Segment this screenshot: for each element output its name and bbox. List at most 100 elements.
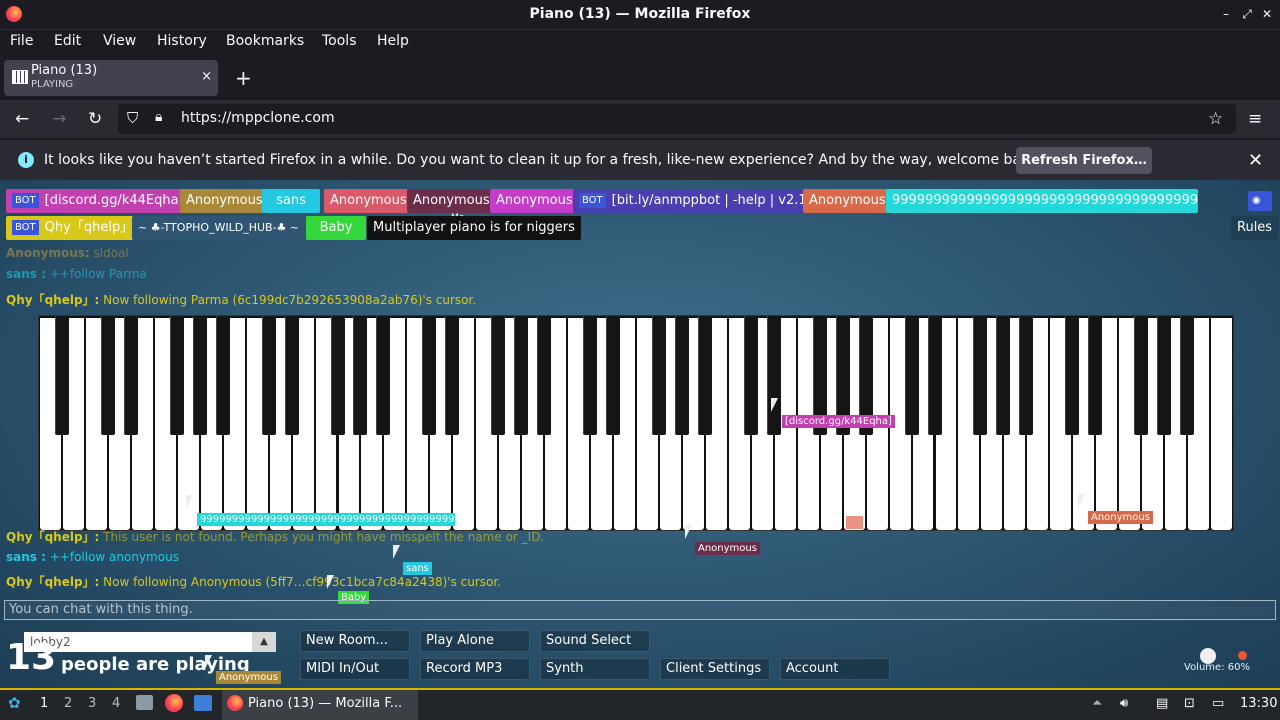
- black-key[interactable]: [1157, 316, 1172, 435]
- status-indicator: [1238, 651, 1247, 660]
- menu-file[interactable]: File: [10, 33, 33, 49]
- black-key[interactable]: [514, 316, 529, 435]
- sound-select-button[interactable]: Sound Select: [540, 630, 650, 652]
- record-mp3-button[interactable]: Record MP3: [420, 658, 530, 680]
- network-icon[interactable]: ⊡: [1184, 696, 1195, 711]
- menu-view[interactable]: View: [103, 33, 136, 49]
- url-text[interactable]: https://mppclone.com: [181, 110, 335, 126]
- black-key[interactable]: [123, 316, 138, 435]
- tab-piano[interactable]: Piano (13) PLAYING ×: [4, 60, 218, 96]
- chevron-up-icon[interactable]: ▲: [252, 632, 276, 652]
- piano-keyboard[interactable]: [38, 315, 1234, 531]
- rules-button[interactable]: Rules: [1231, 216, 1279, 240]
- white-key[interactable]: [1211, 318, 1232, 530]
- back-icon[interactable]: ←: [15, 109, 29, 129]
- hamburger-menu-icon[interactable]: ≡: [1248, 109, 1262, 129]
- black-key[interactable]: [1065, 316, 1080, 435]
- client-settings-button[interactable]: Client Settings: [660, 658, 770, 680]
- player-tag[interactable]: 9999999999999999999999999999999999999999: [886, 189, 1198, 213]
- black-key[interactable]: [54, 316, 69, 435]
- notification-close-icon[interactable]: ✕: [1248, 150, 1263, 171]
- clipboard-icon[interactable]: ▤: [1156, 696, 1168, 711]
- player-tag[interactable]: BOT [bit.ly/anmppbot | -help | v2.1]: [573, 189, 818, 213]
- black-key[interactable]: [973, 316, 988, 435]
- black-key[interactable]: [583, 316, 598, 435]
- workspace-4[interactable]: 4: [112, 696, 120, 711]
- player-tag[interactable]: Anonymous: [324, 189, 413, 213]
- black-key[interactable]: [697, 316, 712, 435]
- workspace-1[interactable]: 1: [40, 696, 48, 711]
- black-key[interactable]: [215, 316, 230, 435]
- menu-tools[interactable]: Tools: [322, 33, 357, 49]
- black-key[interactable]: [261, 316, 276, 435]
- black-key[interactable]: [743, 316, 758, 435]
- player-tag[interactable]: BOT [discord.gg/k44Eqha]: [6, 189, 190, 213]
- tab-close-icon[interactable]: ×: [201, 69, 212, 84]
- maximize-button[interactable]: ⤢: [1239, 6, 1255, 22]
- menu-edit[interactable]: Edit: [54, 33, 81, 49]
- account-button[interactable]: Account: [780, 658, 890, 680]
- menu-history[interactable]: History: [157, 33, 207, 49]
- close-window-button[interactable]: ✕: [1259, 6, 1275, 22]
- menu-bookmarks[interactable]: Bookmarks: [226, 33, 304, 49]
- black-key[interactable]: [674, 316, 689, 435]
- chat-input[interactable]: You can chat with this thing.: [4, 600, 1276, 620]
- black-key[interactable]: [996, 316, 1011, 435]
- black-key[interactable]: [284, 316, 299, 435]
- battery-icon[interactable]: ▭: [1212, 696, 1224, 711]
- synth-button[interactable]: Synth: [540, 658, 650, 680]
- terminal-icon[interactable]: [194, 695, 212, 711]
- volume-icon[interactable]: 🔊︎: [1120, 696, 1128, 711]
- workspace-3[interactable]: 3: [88, 696, 96, 711]
- black-key[interactable]: [353, 316, 368, 435]
- black-key[interactable]: [1088, 316, 1103, 435]
- bookmark-star-icon[interactable]: ☆: [1208, 109, 1223, 129]
- workspace-2[interactable]: 2: [64, 696, 72, 711]
- black-key[interactable]: [100, 316, 115, 435]
- black-key[interactable]: [445, 316, 460, 435]
- black-key[interactable]: [192, 316, 207, 435]
- forward-icon[interactable]: →: [52, 109, 66, 129]
- black-key[interactable]: [927, 316, 942, 435]
- black-key[interactable]: [766, 316, 781, 435]
- file-manager-icon[interactable]: [136, 695, 153, 710]
- refresh-firefox-button[interactable]: Refresh Firefox…: [1016, 147, 1152, 174]
- menu-help[interactable]: Help: [377, 33, 409, 49]
- black-key[interactable]: [169, 316, 184, 435]
- black-key[interactable]: [1019, 316, 1034, 435]
- minimize-button[interactable]: –: [1218, 6, 1234, 22]
- black-key[interactable]: [376, 316, 391, 435]
- chat-text: This user is not found. Perhaps you migh…: [103, 530, 545, 544]
- new-tab-button[interactable]: +: [235, 66, 252, 90]
- black-key[interactable]: [651, 316, 666, 435]
- reload-icon[interactable]: ↻: [88, 109, 102, 129]
- new-room-button[interactable]: New Room...: [300, 630, 410, 652]
- discord-icon[interactable]: ◉: [1248, 191, 1272, 211]
- player-tag[interactable]: BOT Qhy「qhelp」: [6, 216, 140, 240]
- black-key[interactable]: [537, 316, 552, 435]
- black-key[interactable]: [904, 316, 919, 435]
- player-tag[interactable]: Anonymous: [490, 189, 579, 213]
- lock-icon[interactable]: 🔒︎: [155, 109, 162, 125]
- room-select[interactable]: lobby2 ▲: [24, 632, 276, 652]
- player-tag[interactable]: ~ ♣-TTOPHO_WILD_HUB-♣ ~: [132, 216, 306, 240]
- black-key[interactable]: [606, 316, 621, 435]
- cursor-pointer: [393, 545, 400, 559]
- player-tag[interactable]: sans: [262, 189, 320, 213]
- midi-button[interactable]: MIDI In/Out: [300, 658, 410, 680]
- play-alone-button[interactable]: Play Alone: [420, 630, 530, 652]
- tray-arrow-icon[interactable]: ⏶: [1092, 696, 1102, 711]
- black-key[interactable]: [422, 316, 437, 435]
- black-key[interactable]: [330, 316, 345, 435]
- black-key[interactable]: [1134, 316, 1149, 435]
- player-tag[interactable]: Multiplayer piano is for niggers: [367, 216, 581, 240]
- player-tag[interactable]: Anonymous: [407, 189, 496, 213]
- black-key[interactable]: [1180, 316, 1195, 435]
- shield-icon[interactable]: ⛉: [127, 109, 138, 127]
- firefox-launcher-icon[interactable]: [165, 694, 183, 712]
- player-tag[interactable]: Baby: [306, 216, 366, 240]
- player-tag[interactable]: Anonymous: [803, 189, 892, 213]
- black-key[interactable]: [491, 316, 506, 435]
- player-tag[interactable]: Anonymous: [180, 189, 269, 213]
- start-menu-icon[interactable]: ✿: [8, 694, 21, 712]
